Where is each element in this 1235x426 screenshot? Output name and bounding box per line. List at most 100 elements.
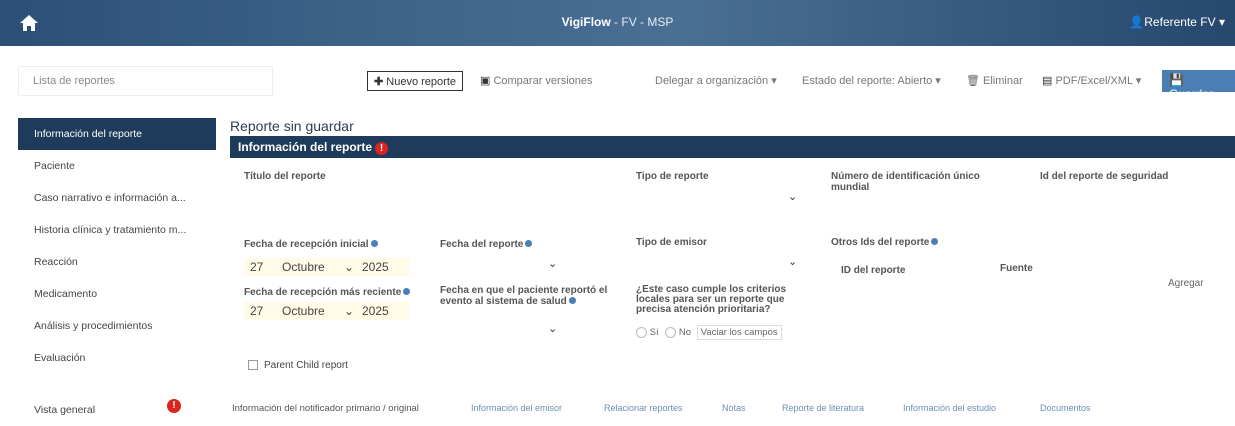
sidebar-item-evaluation[interactable]: Evaluación	[18, 342, 216, 374]
priority-options: Sí No Vaciar los campos	[636, 325, 782, 341]
report-date-label: Fecha del reporte	[440, 239, 533, 250]
app-name: VigiFlow	[561, 15, 611, 29]
help-icon	[568, 297, 576, 304]
sidebar-item-narrative[interactable]: Caso narrativo e información a...	[18, 182, 216, 214]
app-subtitle: - FV - MSP	[610, 15, 674, 29]
help-icon	[525, 240, 533, 247]
initial-date-label: Fecha de recepción inicial	[244, 239, 378, 250]
chevron-down-icon: ⌄	[788, 191, 798, 203]
user-name: Referente FV	[1144, 15, 1216, 29]
help-icon	[370, 240, 378, 247]
alert-icon: !	[375, 142, 389, 155]
report-title-label: Título del reporte	[244, 171, 326, 182]
sender-type-select[interactable]: ⌄	[788, 255, 797, 268]
chevron-down-icon: ⌄	[344, 304, 355, 318]
sidebar-item-overview[interactable]: Vista general	[18, 394, 216, 426]
recent-date-row: 27 Octubre ⌄ 2025	[244, 302, 409, 320]
initial-date-row: 27 Octubre ⌄ 2025	[244, 258, 409, 276]
parent-child-option: Parent Child report	[248, 360, 348, 371]
other-ids-label: Otros Ids del reporte	[831, 237, 939, 248]
sidebar-nav: Información del reporte Paciente Caso na…	[18, 118, 216, 426]
tab-related-reports[interactable]: Relacionar reportes	[604, 403, 683, 413]
tab-literature[interactable]: Reporte de literatura	[782, 403, 864, 413]
export-label: PDF/Excel/XML	[1055, 75, 1133, 87]
compare-versions-label: Comparar versiones	[493, 75, 593, 87]
user-icon: 👤	[1129, 15, 1145, 29]
parent-child-checkbox[interactable]	[248, 360, 258, 371]
compare-icon: ▣	[480, 75, 494, 87]
save-label: Guardar	[1169, 87, 1214, 101]
tab-sender-info[interactable]: Información del emisor	[471, 403, 562, 413]
initial-date-text: Fecha de recepción inicial	[244, 239, 369, 250]
report-date-select[interactable]: ⌄	[548, 257, 557, 270]
day-field[interactable]: 27	[244, 260, 274, 274]
other-ids-text: Otros Ids del reporte	[831, 237, 930, 248]
help-icon	[931, 238, 939, 245]
delegate-dropdown[interactable]: Delegar a organización ▾	[655, 74, 777, 87]
patient-report-date-select[interactable]: ⌄	[548, 322, 557, 335]
report-list-button[interactable]: Lista de reportes	[18, 66, 273, 96]
sidebar-item-analysis[interactable]: Análisis y procedimientos	[18, 310, 216, 342]
priority-question: ¿Este caso cumple los criterios locales …	[636, 284, 787, 315]
section-title: Información del reporte	[238, 140, 373, 154]
add-button[interactable]: Agregar	[1168, 278, 1204, 289]
save-icon: 💾	[1169, 73, 1184, 87]
plus-icon: ✚	[374, 76, 387, 88]
patient-report-date-text: Fecha en que el paciente reportó el even…	[440, 285, 608, 307]
day-field[interactable]: 27	[244, 304, 274, 318]
report-date-text: Fecha del reporte	[440, 239, 524, 250]
sidebar-item-reaction[interactable]: Reacción	[18, 246, 216, 278]
tab-notes[interactable]: Notas	[722, 403, 746, 413]
report-type-select[interactable]: ⌄	[788, 190, 797, 203]
save-button[interactable]: 💾 Guardar	[1162, 70, 1235, 101]
no-label: No	[678, 327, 692, 339]
patient-report-date-label: Fecha en que el paciente reportó el even…	[440, 285, 615, 307]
report-type-label: Tipo de reporte	[636, 171, 709, 182]
alert-icon: !	[167, 399, 181, 413]
unique-id-label: Número de identificación único mundial	[831, 171, 980, 193]
delete-button[interactable]: 🗑 Eliminar	[966, 74, 1023, 87]
chevron-down-icon: ▾	[1132, 75, 1142, 87]
status-dropdown[interactable]: Estado del reporte: Abierto ▾	[802, 74, 941, 87]
main-content: Reporte sin guardar Información del repo…	[230, 118, 1235, 158]
user-menu[interactable]: 👤Referente FV ▾	[1129, 15, 1225, 29]
chevron-down-icon: ▾	[932, 75, 941, 87]
new-report-label: Nuevo reporte	[386, 76, 456, 88]
sidebar-item-patient[interactable]: Paciente	[18, 150, 216, 182]
chevron-down-icon: ⌄	[788, 256, 798, 268]
page-title: Reporte sin guardar	[230, 118, 354, 134]
recent-date-picker[interactable]: 27 Octubre ⌄ 2025	[244, 296, 409, 320]
tab-primary-notifier[interactable]: Información del notificador primario / o…	[232, 403, 419, 414]
chevron-down-icon: ▾	[768, 75, 777, 87]
yes-radio[interactable]	[636, 327, 647, 338]
year-field[interactable]: 2025	[358, 260, 398, 274]
no-radio[interactable]	[665, 327, 677, 338]
compare-versions-button[interactable]: ▣ Comparar versiones	[480, 74, 593, 87]
month-select[interactable]: Octubre	[274, 260, 344, 274]
toolbar: Lista de reportes ✚ Nuevo reporte ▣ Comp…	[0, 66, 1235, 101]
tab-study-info[interactable]: Información del estudio	[903, 403, 996, 413]
report-id-column: ID del reporte	[841, 265, 906, 276]
initial-date-picker[interactable]: 27 Octubre ⌄ 2025	[244, 252, 409, 276]
sidebar-item-report-info[interactable]: Información del reporte	[18, 118, 216, 150]
new-report-button[interactable]: ✚ Nuevo reporte	[367, 71, 463, 91]
report-title-input[interactable]	[244, 184, 624, 206]
trash-icon: 🗑	[966, 75, 984, 87]
sidebar-item-clinical-history[interactable]: Historia clínica y tratamiento m...	[18, 214, 216, 246]
parent-child-label: Parent Child report	[264, 360, 348, 371]
delegate-label: Delegar a organización	[655, 75, 769, 87]
yes-label: Sí	[649, 327, 659, 339]
security-id-label: Id del reporte de seguridad	[1040, 171, 1169, 182]
clear-fields-button[interactable]: Vaciar los campos	[696, 325, 782, 341]
tab-documents[interactable]: Documentos	[1040, 403, 1091, 413]
sidebar-item-medication[interactable]: Medicamento	[18, 278, 216, 310]
source-column: Fuente	[1000, 263, 1033, 274]
sub-tabs: Información del notificador primario / o…	[230, 399, 1235, 417]
year-field[interactable]: 2025	[358, 304, 398, 318]
export-dropdown[interactable]: ▤ PDF/Excel/XML ▾	[1042, 74, 1141, 87]
app-title: VigiFlow - FV - MSP	[0, 15, 1235, 29]
help-icon	[403, 288, 411, 295]
month-select[interactable]: Octubre	[274, 304, 344, 318]
report-list-label: Lista de reportes	[33, 75, 115, 87]
chevron-down-icon: ⌄	[344, 260, 355, 274]
